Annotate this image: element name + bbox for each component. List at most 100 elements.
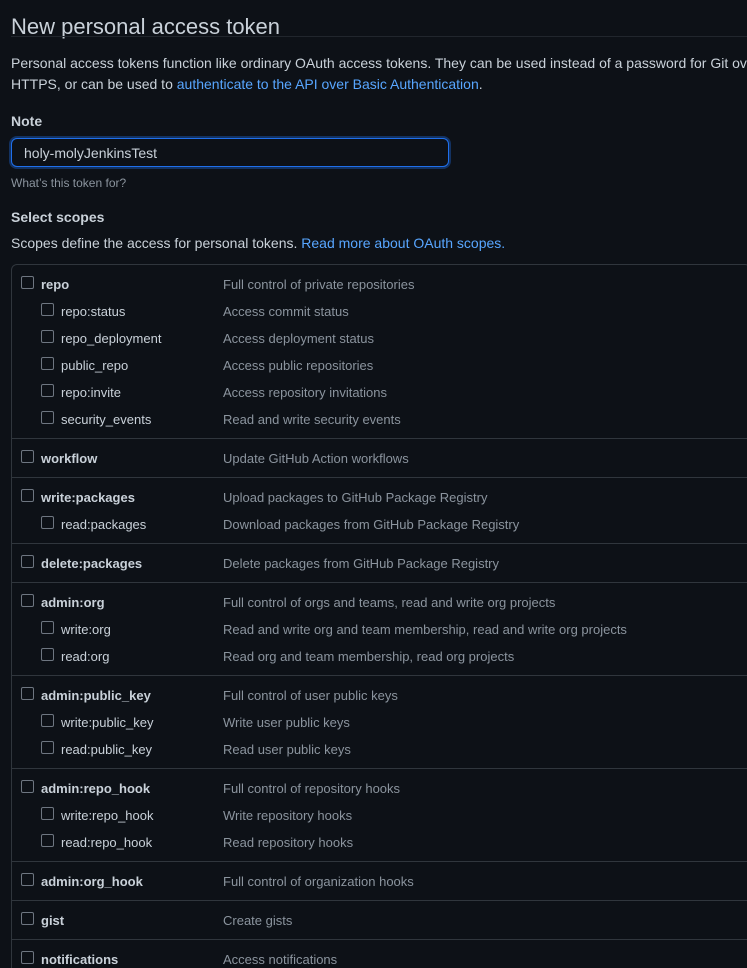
scope-description: Full control of private repositories — [223, 277, 415, 292]
scope-description: Delete packages from GitHub Package Regi… — [223, 556, 500, 571]
note-label: Note — [11, 113, 43, 129]
scope-group: admin:org Full control of orgs and teams,… — [12, 583, 747, 676]
scope-name[interactable]: security_events — [61, 412, 151, 427]
sub-scope-row: write:repo_hook Write repository hooks — [12, 804, 747, 831]
scope-checkbox[interactable] — [41, 357, 54, 370]
scopes-list: repo Full control of private repositories… — [11, 264, 747, 968]
sub-scope-row: read:packages Download packages from GitH… — [12, 513, 747, 540]
scope-name[interactable]: gist — [41, 913, 64, 928]
scope-checkbox[interactable] — [41, 303, 54, 316]
scopes-description-text: Scopes define the access for personal to… — [11, 235, 302, 251]
intro-end: . — [478, 76, 483, 92]
scope-name[interactable]: delete:packages — [41, 556, 142, 571]
scope-checkbox[interactable] — [21, 450, 34, 463]
scope-checkbox[interactable] — [41, 648, 54, 661]
scope-description: Full control of repository hooks — [223, 781, 401, 796]
scope-name[interactable]: read:repo_hook — [61, 835, 152, 850]
scope-checkbox[interactable] — [21, 555, 34, 568]
scope-description: Access notifications — [223, 952, 338, 967]
scope-name[interactable]: write:public_key — [61, 715, 154, 730]
scope-name[interactable]: admin:repo_hook — [41, 781, 150, 796]
scope-row: notifications Access notifications — [12, 948, 747, 968]
scope-row: admin:org_hook Full control of organizati… — [12, 870, 747, 897]
scope-description: Read org and team membership, read org p… — [223, 649, 515, 664]
scope-description: Access repository invitations — [223, 385, 388, 400]
scope-checkbox[interactable] — [41, 330, 54, 343]
scope-checkbox[interactable] — [41, 384, 54, 397]
sub-scope-row: public_repo Access public repositories — [12, 354, 747, 381]
scope-checkbox[interactable] — [41, 714, 54, 727]
scope-group: workflow Update GitHub Action workflows — [12, 439, 747, 478]
scope-checkbox[interactable] — [41, 621, 54, 634]
scope-group: repo Full control of private repositories… — [12, 265, 747, 439]
scope-checkbox[interactable] — [41, 807, 54, 820]
scope-group: notifications Access notifications — [12, 940, 747, 968]
scope-row: delete:packages Delete packages from GitH… — [12, 552, 747, 579]
scope-name[interactable]: public_repo — [61, 358, 128, 373]
scope-checkbox[interactable] — [21, 489, 34, 502]
scope-description: Access public repositories — [223, 358, 374, 373]
scope-name[interactable]: workflow — [41, 451, 97, 466]
sub-scope-row: security_events Read and write security e… — [12, 408, 747, 435]
token-page: New personal access token Personal acces… — [0, 0, 747, 968]
scope-name[interactable]: read:public_key — [61, 742, 152, 757]
scope-checkbox[interactable] — [21, 687, 34, 700]
scope-checkbox[interactable] — [21, 873, 34, 886]
scope-group: gist Create gists — [12, 901, 747, 940]
scope-row: admin:repo_hook Full control of repositor… — [12, 777, 747, 804]
scope-name[interactable]: repo:status — [61, 304, 125, 319]
scope-group: admin:org_hook Full control of organizati… — [12, 862, 747, 901]
scope-name[interactable]: admin:org_hook — [41, 874, 143, 889]
scope-row: repo Full control of private repositories — [12, 273, 747, 300]
scope-group: delete:packages Delete packages from GitH… — [12, 544, 747, 583]
scope-description: Full control of organization hooks — [223, 874, 414, 889]
sub-scope-row: repo:invite Access repository invitations — [12, 381, 747, 408]
basic-auth-link[interactable]: authenticate to the API over Basic Authe… — [177, 76, 479, 92]
scope-group: write:packages Upload packages to GitHub … — [12, 478, 747, 544]
scope-checkbox[interactable] — [41, 741, 54, 754]
sub-scope-row: repo:status Access commit status — [12, 300, 747, 327]
scope-description: Full control of user public keys — [223, 688, 398, 703]
scope-checkbox[interactable] — [41, 834, 54, 847]
scope-name[interactable]: read:packages — [61, 517, 146, 532]
sub-scope-row: write:org Read and write org and team mem… — [12, 618, 747, 645]
scope-description: Access deployment status — [223, 331, 375, 346]
scope-row: gist Create gists — [12, 909, 747, 936]
scope-name[interactable]: repo:invite — [61, 385, 121, 400]
scope-name[interactable]: admin:org — [41, 595, 105, 610]
scope-description: Write user public keys — [223, 715, 350, 730]
scope-checkbox[interactable] — [41, 516, 54, 529]
scope-row: admin:org Full control of orgs and teams,… — [12, 591, 747, 618]
scope-name[interactable]: write:packages — [41, 490, 135, 505]
scope-name[interactable]: notifications — [41, 952, 118, 967]
scope-row: admin:public_key Full control of user pub… — [12, 684, 747, 711]
scope-name[interactable]: write:repo_hook — [61, 808, 154, 823]
scope-group: admin:repo_hook Full control of repositor… — [12, 769, 747, 862]
note-input[interactable] — [11, 138, 449, 167]
sub-scope-row: repo_deployment Access deployment status — [12, 327, 747, 354]
scope-description: Download packages from GitHub Package Re… — [223, 517, 520, 532]
scope-name[interactable]: write:org — [61, 622, 111, 637]
scope-checkbox[interactable] — [41, 411, 54, 424]
oauth-scopes-link[interactable]: Read more about OAuth scopes. — [301, 235, 505, 251]
scope-row: workflow Update GitHub Action workflows — [12, 447, 747, 474]
scope-description: Create gists — [223, 913, 293, 928]
title-divider — [11, 36, 747, 37]
scope-description: Read and write security events — [223, 412, 401, 427]
scope-name[interactable]: admin:public_key — [41, 688, 151, 703]
note-hint: What’s this token for? — [11, 176, 127, 190]
scope-name[interactable]: repo — [41, 277, 69, 292]
scope-checkbox[interactable] — [21, 276, 34, 289]
sub-scope-row: read:repo_hook Read repository hooks — [12, 831, 747, 858]
scope-description: Read and write org and team membership, … — [223, 622, 627, 637]
scope-description: Access commit status — [223, 304, 349, 319]
scope-checkbox[interactable] — [21, 951, 34, 964]
scope-group: admin:public_key Full control of user pub… — [12, 676, 747, 769]
scope-checkbox[interactable] — [21, 912, 34, 925]
scope-name[interactable]: read:org — [61, 649, 109, 664]
scope-checkbox[interactable] — [21, 780, 34, 793]
scopes-description: Scopes define the access for personal to… — [11, 235, 505, 251]
scope-checkbox[interactable] — [21, 594, 34, 607]
scope-name[interactable]: repo_deployment — [61, 331, 161, 346]
scope-description: Read repository hooks — [223, 835, 354, 850]
